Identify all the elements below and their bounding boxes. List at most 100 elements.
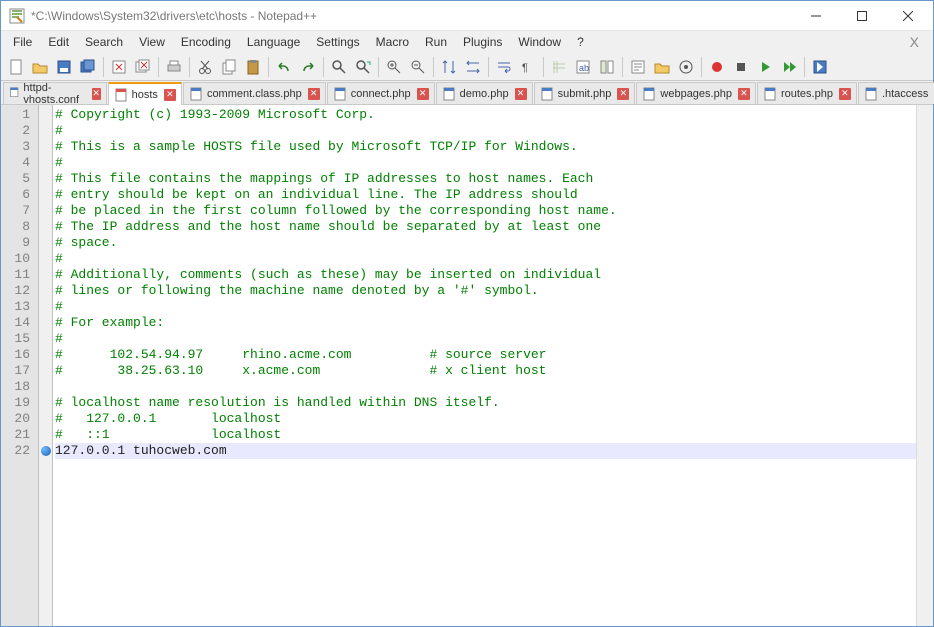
- close-all-icon[interactable]: [132, 56, 154, 78]
- open-file-icon[interactable]: [29, 56, 51, 78]
- menu-run[interactable]: Run: [417, 33, 455, 51]
- bookmark-icon: [41, 446, 51, 456]
- menu-macro[interactable]: Macro: [368, 33, 417, 51]
- close-window-button[interactable]: [885, 2, 931, 30]
- tab-httpd-vhosts-conf[interactable]: httpd-vhosts.conf✕: [3, 82, 107, 104]
- menu-encoding[interactable]: Encoding: [173, 33, 239, 51]
- tab-close-icon[interactable]: ✕: [92, 88, 101, 100]
- tab-close-icon[interactable]: ✕: [515, 88, 527, 100]
- save-icon[interactable]: [53, 56, 75, 78]
- code-line[interactable]: # This is a sample HOSTS file used by Mi…: [55, 139, 916, 155]
- menu-edit[interactable]: Edit: [40, 33, 77, 51]
- paste-icon[interactable]: [242, 56, 264, 78]
- marker-slot: [39, 203, 52, 219]
- tab-close-icon[interactable]: ✕: [308, 88, 320, 100]
- lang-icon[interactable]: ab: [572, 56, 594, 78]
- menu-search[interactable]: Search: [77, 33, 131, 51]
- cut-icon[interactable]: [194, 56, 216, 78]
- tab-routes-php[interactable]: routes.php✕: [757, 82, 857, 104]
- tab-close-icon[interactable]: ✕: [738, 88, 750, 100]
- tab-close-icon[interactable]: ✕: [839, 88, 851, 100]
- tab-webpages-php[interactable]: webpages.php ✕: [636, 82, 756, 104]
- code-line[interactable]: 127.0.0.1 tuhocweb.com: [55, 443, 916, 459]
- menu-settings[interactable]: Settings: [308, 33, 367, 51]
- tab-demo-php[interactable]: demo.php✕: [436, 82, 533, 104]
- menu-file[interactable]: File: [5, 33, 40, 51]
- code-line[interactable]: #: [55, 155, 916, 171]
- code-line[interactable]: #: [55, 299, 916, 315]
- replace-icon[interactable]: [352, 56, 374, 78]
- stop-icon[interactable]: [730, 56, 752, 78]
- new-file-icon[interactable]: [5, 56, 27, 78]
- code-line[interactable]: # The IP address and the host name shoul…: [55, 219, 916, 235]
- redo-icon[interactable]: [297, 56, 319, 78]
- zoom-in-icon[interactable]: [383, 56, 405, 78]
- save-all-icon[interactable]: [77, 56, 99, 78]
- marker-slot: [39, 347, 52, 363]
- code-line[interactable]: # Additionally, comments (such as these)…: [55, 267, 916, 283]
- tab-close-icon[interactable]: ✕: [617, 88, 629, 100]
- menu-window[interactable]: Window: [510, 33, 569, 51]
- word-wrap-icon[interactable]: [493, 56, 515, 78]
- code-line[interactable]: # 102.54.94.97 rhino.acme.com # source s…: [55, 347, 916, 363]
- menu-language[interactable]: Language: [239, 33, 308, 51]
- toolbar-separator: [268, 57, 269, 77]
- copy-icon[interactable]: [218, 56, 240, 78]
- print-icon[interactable]: [163, 56, 185, 78]
- menu-view[interactable]: View: [131, 33, 173, 51]
- tab-comment-class-php[interactable]: comment.class.php✕: [183, 82, 326, 104]
- code-line[interactable]: # Copyright (c) 1993-2009 Microsoft Corp…: [55, 107, 916, 123]
- marker-slot: [39, 331, 52, 347]
- code-line[interactable]: # 38.25.63.10 x.acme.com # x client host: [55, 363, 916, 379]
- tab-close-icon[interactable]: ✕: [164, 89, 176, 101]
- play-icon[interactable]: [754, 56, 776, 78]
- code-line[interactable]: # space.: [55, 235, 916, 251]
- func-list-icon[interactable]: [627, 56, 649, 78]
- line-number: 7: [1, 203, 38, 219]
- code-line[interactable]: #: [55, 251, 916, 267]
- toolbar-separator: [103, 57, 104, 77]
- sync-v-icon[interactable]: [438, 56, 460, 78]
- vertical-scrollbar[interactable]: [916, 105, 933, 626]
- code-line[interactable]: #: [55, 331, 916, 347]
- maximize-button[interactable]: [839, 2, 885, 30]
- menu-plugins[interactable]: Plugins: [455, 33, 510, 51]
- undo-icon[interactable]: [273, 56, 295, 78]
- tab-connect-php[interactable]: connect.php✕: [327, 82, 435, 104]
- indent-guide-icon[interactable]: [548, 56, 570, 78]
- tab-hosts[interactable]: hosts✕: [108, 82, 182, 105]
- menu-bar: File Edit Search View Encoding Language …: [1, 31, 933, 53]
- code-editor[interactable]: # Copyright (c) 1993-2009 Microsoft Corp…: [53, 105, 916, 626]
- doc-map-icon[interactable]: [596, 56, 618, 78]
- marker-slot: [39, 251, 52, 267]
- show-all-icon[interactable]: ¶: [517, 56, 539, 78]
- code-line[interactable]: # This file contains the mappings of IP …: [55, 171, 916, 187]
- menu-close-x[interactable]: X: [900, 34, 929, 50]
- code-line[interactable]: #: [55, 123, 916, 139]
- line-number: 6: [1, 187, 38, 203]
- menu-help[interactable]: ?: [569, 33, 592, 51]
- code-line[interactable]: # ::1 localhost: [55, 427, 916, 443]
- code-line[interactable]: # entry should be kept on an individual …: [55, 187, 916, 203]
- save-macro-icon[interactable]: [809, 56, 831, 78]
- zoom-out-icon[interactable]: [407, 56, 429, 78]
- close-icon[interactable]: [108, 56, 130, 78]
- sync-h-icon[interactable]: [462, 56, 484, 78]
- tab-close-icon[interactable]: ✕: [417, 88, 429, 100]
- code-line[interactable]: # 127.0.0.1 localhost: [55, 411, 916, 427]
- code-line[interactable]: # localhost name resolution is handled w…: [55, 395, 916, 411]
- code-line[interactable]: # be placed in the first column followed…: [55, 203, 916, 219]
- record-icon[interactable]: [706, 56, 728, 78]
- tab-submit-php[interactable]: submit.php✕: [534, 82, 636, 104]
- folder-icon[interactable]: [651, 56, 673, 78]
- find-icon[interactable]: [328, 56, 350, 78]
- monitoring-icon[interactable]: [675, 56, 697, 78]
- minimize-button[interactable]: [793, 2, 839, 30]
- tab--htaccess[interactable]: .htaccess✕: [858, 82, 934, 104]
- tab-label: webpages.php: [660, 88, 732, 100]
- marker-slot: [39, 379, 52, 395]
- play-multi-icon[interactable]: [778, 56, 800, 78]
- code-line[interactable]: # For example:: [55, 315, 916, 331]
- code-line[interactable]: # lines or following the machine name de…: [55, 283, 916, 299]
- code-line[interactable]: [55, 379, 916, 395]
